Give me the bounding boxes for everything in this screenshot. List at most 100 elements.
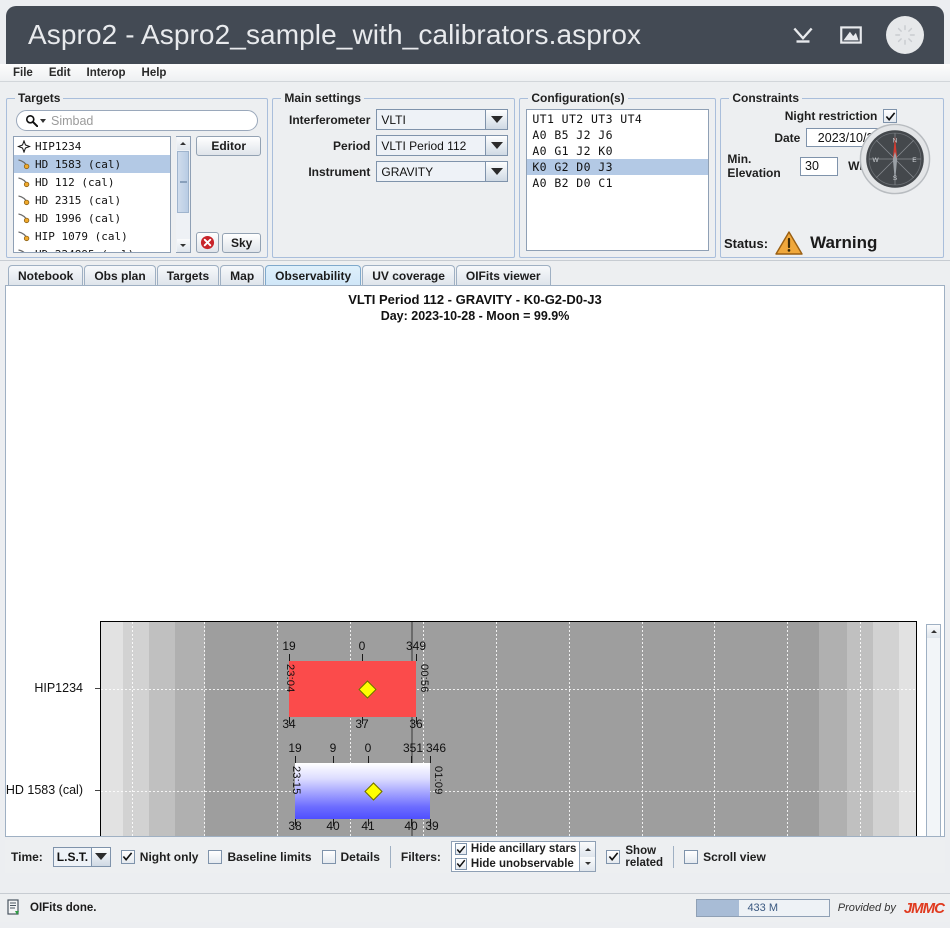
details-option[interactable]: Details bbox=[322, 850, 380, 864]
document-icon bbox=[6, 899, 22, 917]
sky-button[interactable]: Sky bbox=[222, 233, 261, 253]
show-related-option[interactable]: Show related bbox=[606, 845, 663, 869]
filters-list[interactable]: Hide ancillary stars Hide unobservable bbox=[451, 841, 596, 872]
tab-map[interactable]: Map bbox=[220, 265, 264, 286]
main-settings-panel: Main settings Interferometer VLTI Period… bbox=[272, 91, 515, 258]
chart-scrollbar[interactable] bbox=[926, 624, 941, 837]
close-button[interactable] bbox=[886, 16, 924, 54]
plot-area[interactable]: 19 0 349 34 37 36 23:04 00:56 19 9 0 351… bbox=[100, 621, 917, 837]
scroll-up-icon[interactable] bbox=[927, 625, 940, 638]
menu-file[interactable]: File bbox=[6, 66, 40, 80]
toolbar-separator bbox=[390, 846, 391, 868]
check-icon bbox=[885, 111, 896, 122]
list-item[interactable]: HD 2315 (cal) bbox=[14, 191, 170, 209]
bar-tick bbox=[430, 756, 431, 763]
bar-tick bbox=[368, 756, 369, 763]
filter-checkbox[interactable] bbox=[455, 843, 467, 855]
status-value: Warning bbox=[810, 233, 877, 253]
show-related-checkbox[interactable] bbox=[606, 850, 620, 864]
list-item[interactable]: HD 1583 (cal) bbox=[14, 155, 170, 173]
jmmc-logo[interactable]: JMMC bbox=[904, 900, 944, 917]
list-item[interactable]: A0 B5 J2 J6 bbox=[527, 127, 708, 143]
twilight-band bbox=[175, 622, 205, 837]
baseline-limits-label: Baseline limits bbox=[227, 850, 311, 864]
tab-uv-coverage[interactable]: UV coverage bbox=[362, 265, 455, 286]
scrollbar-thumb[interactable] bbox=[177, 151, 189, 213]
filter-hide-ancillary-stars[interactable]: Hide ancillary stars bbox=[452, 842, 579, 857]
list-item[interactable]: HD 112 (cal) bbox=[14, 173, 170, 191]
details-checkbox[interactable] bbox=[322, 850, 336, 864]
tab-obs-plan[interactable]: Obs plan bbox=[84, 265, 155, 286]
list-item[interactable]: A0 G1 J2 K0 bbox=[527, 143, 708, 159]
list-item[interactable]: HIP 1079 (cal) bbox=[14, 227, 170, 245]
calibrator-icon bbox=[17, 230, 31, 243]
interferometer-select[interactable]: VLTI bbox=[376, 109, 508, 130]
minimize-icon[interactable] bbox=[790, 22, 816, 48]
list-item[interactable]: HD 224895 (cal) bbox=[14, 245, 170, 253]
configurations-list[interactable]: UT1 UT2 UT3 UT4 A0 B5 J2 J6 A0 G1 J2 K0 … bbox=[526, 109, 709, 251]
check-icon bbox=[122, 851, 133, 862]
filter-checkbox[interactable] bbox=[455, 858, 467, 870]
scroll-up-icon[interactable] bbox=[580, 842, 595, 857]
list-item[interactable]: K0 G2 D0 J3 bbox=[527, 159, 708, 175]
tab-observability[interactable]: Observability bbox=[265, 265, 361, 286]
list-item[interactable]: UT1 UT2 UT3 UT4 bbox=[527, 111, 708, 127]
scroll-down-icon[interactable] bbox=[177, 239, 190, 252]
list-item[interactable]: HD 1996 (cal) bbox=[14, 209, 170, 227]
night-only-checkbox[interactable] bbox=[121, 850, 135, 864]
scroll-down-icon[interactable] bbox=[580, 857, 595, 872]
instrument-select[interactable]: GRAVITY bbox=[376, 161, 508, 182]
chevron-down-icon[interactable] bbox=[485, 136, 507, 155]
targets-actions: Editor Sky bbox=[196, 136, 261, 253]
targets-list[interactable]: HIP1234 HD 1583 (cal) HD 112 (cal) bbox=[13, 136, 171, 253]
provided-by-label: Provided by bbox=[838, 902, 896, 914]
period-row: Period VLTI Period 112 bbox=[279, 135, 508, 156]
start-time-label: 23:04 bbox=[284, 664, 296, 693]
observability-bar-hip1234[interactable] bbox=[289, 661, 416, 717]
chevron-down-icon[interactable] bbox=[485, 162, 507, 181]
tab-oifits-viewer[interactable]: OIFits viewer bbox=[456, 265, 551, 286]
night-restriction-checkbox[interactable] bbox=[883, 109, 897, 123]
calibrator-icon bbox=[17, 158, 31, 171]
window-titlebar: Aspro2 - Aspro2_sample_with_calibrators.… bbox=[6, 6, 944, 64]
tab-targets[interactable]: Targets bbox=[157, 265, 219, 286]
memory-monitor[interactable]: 433 M bbox=[696, 899, 830, 917]
filters-label: Filters: bbox=[401, 850, 441, 864]
menu-help[interactable]: Help bbox=[135, 66, 174, 80]
baseline-limits-checkbox[interactable] bbox=[208, 850, 222, 864]
restore-icon[interactable] bbox=[838, 22, 864, 48]
menu-edit[interactable]: Edit bbox=[42, 66, 78, 80]
bar-tick bbox=[416, 654, 417, 661]
elevation-label: 41 bbox=[361, 819, 374, 833]
azimuth-label: 9 bbox=[330, 741, 337, 755]
scroll-view-option[interactable]: Scroll view bbox=[684, 850, 766, 864]
chevron-down-icon[interactable] bbox=[485, 110, 507, 129]
delete-target-button[interactable] bbox=[196, 232, 219, 253]
menu-interop[interactable]: Interop bbox=[80, 66, 133, 80]
warning-icon bbox=[775, 230, 803, 256]
baseline-limits-option[interactable]: Baseline limits bbox=[208, 850, 311, 864]
filters-scrollbar[interactable] bbox=[580, 841, 596, 872]
y-label-hip1234: HIP1234 bbox=[34, 681, 83, 695]
observability-bar-hd1583[interactable] bbox=[295, 763, 430, 819]
svg-text:E: E bbox=[912, 157, 917, 164]
time-scale-select[interactable]: L.S.T. bbox=[53, 847, 111, 867]
scroll-up-icon[interactable] bbox=[177, 137, 190, 150]
list-item[interactable]: HIP1234 bbox=[14, 137, 170, 155]
instrument-label: Instrument bbox=[308, 165, 370, 179]
scroll-view-checkbox[interactable] bbox=[684, 850, 698, 864]
chevron-down-icon[interactable] bbox=[91, 848, 110, 866]
editor-button[interactable]: Editor bbox=[196, 136, 261, 156]
min-elevation-input[interactable]: 30 bbox=[800, 157, 838, 176]
targets-list-scrollbar[interactable] bbox=[176, 136, 191, 253]
bar-tick bbox=[289, 654, 290, 661]
search-placeholder: Simbad bbox=[51, 114, 93, 128]
period-select[interactable]: VLTI Period 112 bbox=[376, 135, 508, 156]
tab-notebook[interactable]: Notebook bbox=[8, 265, 83, 286]
list-item[interactable]: A0 B2 D0 C1 bbox=[527, 175, 708, 191]
list-item-label: HD 224895 (cal) bbox=[35, 248, 134, 254]
filter-hide-unobservable[interactable]: Hide unobservable bbox=[452, 857, 579, 872]
night-only-option[interactable]: Night only bbox=[121, 850, 199, 864]
status-label: Status: bbox=[724, 236, 768, 251]
simbad-search-input[interactable]: Simbad bbox=[16, 110, 258, 131]
